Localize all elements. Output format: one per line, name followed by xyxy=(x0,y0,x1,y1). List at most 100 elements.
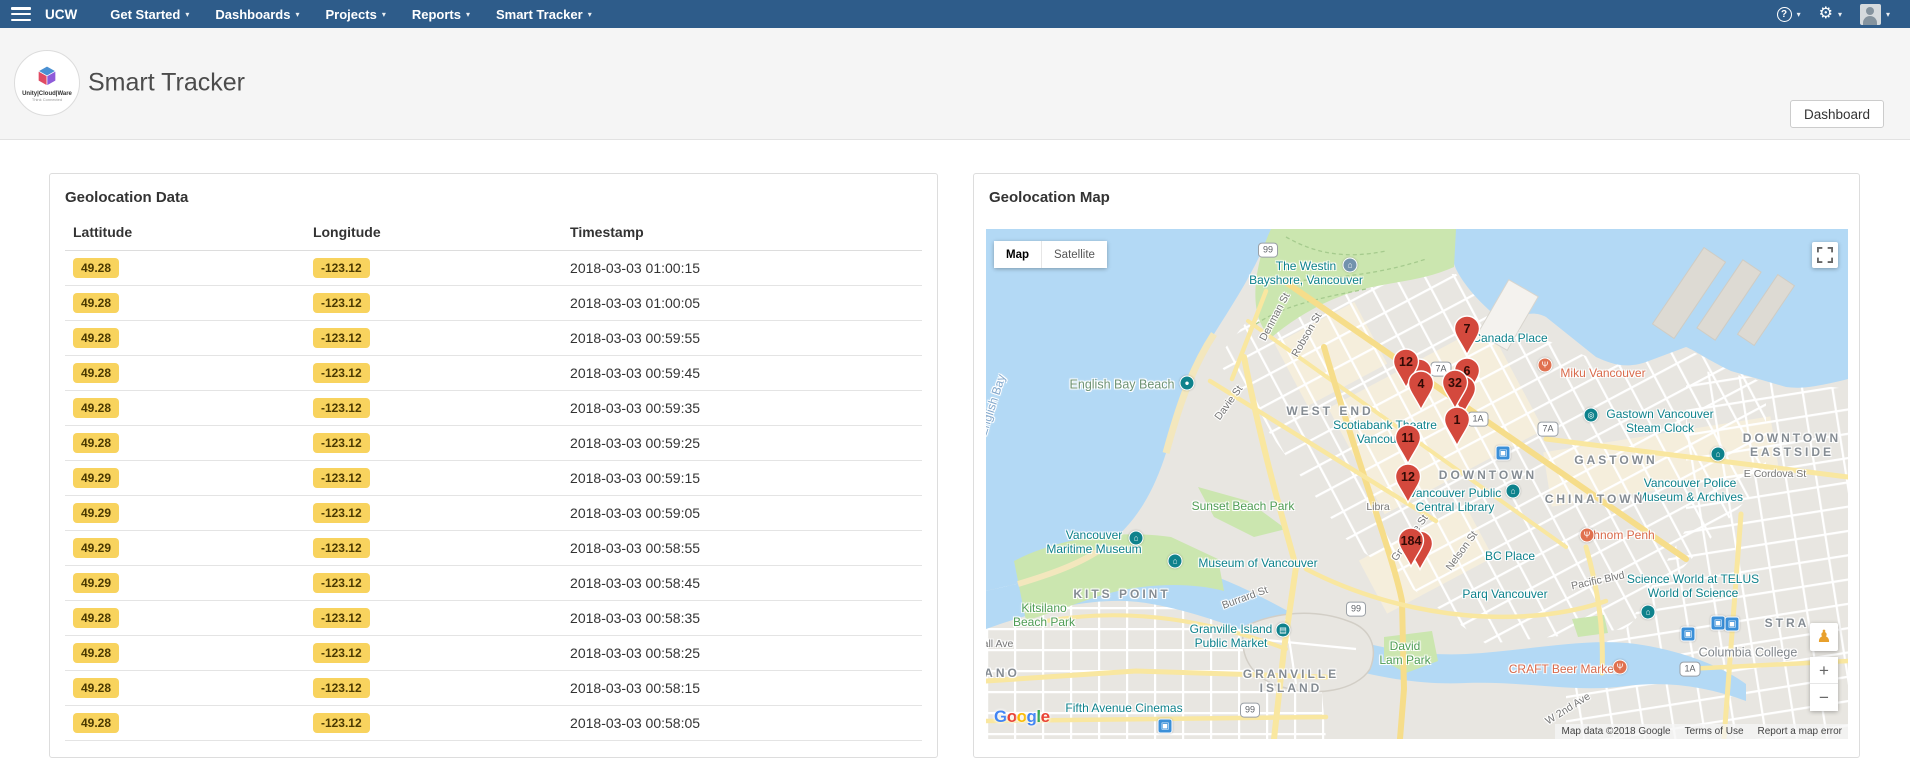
column-header-timestamp: Timestamp xyxy=(562,216,922,251)
hamburger-menu-icon[interactable] xyxy=(11,7,31,21)
timestamp-cell: 2018-03-03 00:58:55 xyxy=(562,530,922,566)
chevron-down-icon: ▾ xyxy=(465,9,470,19)
map-type-control: Map Satellite xyxy=(994,241,1107,268)
top-navbar: UCW Get Started ▾ Dashboards ▾ Projects ▾ Repo… xyxy=(0,0,1910,28)
map-marker[interactable]: 32 xyxy=(1441,369,1469,411)
map-marker[interactable]: 184 xyxy=(1397,527,1425,569)
latitude-badge: 49.29 xyxy=(73,503,120,523)
map-marker[interactable]: 12 xyxy=(1394,463,1422,505)
map-marker[interactable]: 7 xyxy=(1453,315,1481,357)
latitude-badge: 49.28 xyxy=(73,678,120,698)
map-marker[interactable]: 1 xyxy=(1443,406,1471,448)
report-map-error-link[interactable]: Report a map error xyxy=(1758,726,1842,737)
latitude-cell: 49.28 xyxy=(65,250,305,286)
nav-menu-get-started[interactable]: Get Started ▾ xyxy=(97,0,202,28)
nav-menu-label: Smart Tracker xyxy=(495,6,583,22)
user-menu[interactable]: ▾ xyxy=(1854,3,1896,25)
navbar-brand[interactable]: UCW xyxy=(45,7,77,22)
timestamp-cell: 2018-03-03 00:59:35 xyxy=(562,390,922,426)
map-attribution: Map data ©2018 Google Terms of Use Repor… xyxy=(1555,724,1848,739)
timestamp-cell: 2018-03-03 00:59:55 xyxy=(562,320,922,356)
timestamp-cell: 2018-03-03 00:58:05 xyxy=(562,705,922,741)
data-panel-title: Geolocation Data xyxy=(65,189,189,206)
longitude-cell: -123.12 xyxy=(304,600,563,636)
nav-menu-projects[interactable]: Projects ▾ xyxy=(313,0,399,28)
table-row: 49.28 -123.12 2018-03-03 00:58:35 xyxy=(65,600,922,636)
longitude-cell: -123.12 xyxy=(304,635,563,671)
dashboard-button[interactable]: Dashboard xyxy=(1789,100,1884,128)
nav-menu-dashboards[interactable]: Dashboards ▾ xyxy=(202,0,312,28)
zoom-control: + − xyxy=(1810,657,1838,711)
longitude-badge: -123.12 xyxy=(312,433,370,453)
nav-menu-label: Projects xyxy=(325,6,377,22)
navbar-menus: Get Started ▾ Dashboards ▾ Projects ▾ Reports ▾… xyxy=(97,0,604,28)
nav-menu-smart-tracker[interactable]: Smart Tracker ▾ xyxy=(483,0,605,28)
chevron-down-icon: ▾ xyxy=(1837,9,1842,19)
geolocation-table: Lattitude Longitude Timestamp 49.28 -123.… xyxy=(65,216,922,741)
map-marker[interactable]: 11 xyxy=(1394,424,1422,466)
table-row: 49.29 -123.12 2018-03-03 00:58:55 xyxy=(65,530,922,566)
longitude-badge: -123.12 xyxy=(312,503,370,523)
longitude-badge: -123.12 xyxy=(312,258,370,278)
table-row: 49.29 -123.12 2018-03-03 00:59:15 xyxy=(65,460,922,496)
gear-icon: ⚙ xyxy=(1818,5,1833,22)
longitude-badge: -123.12 xyxy=(312,398,370,418)
latitude-cell: 49.28 xyxy=(65,390,305,426)
timestamp-cell: 2018-03-03 00:58:35 xyxy=(562,600,922,636)
latitude-badge: 49.28 xyxy=(73,293,120,313)
latitude-cell: 49.28 xyxy=(65,705,305,741)
timestamp-cell: 2018-03-03 00:59:05 xyxy=(562,495,922,531)
page-header: Unity|Cloud|Ware Think Connected Smart T… xyxy=(0,28,1910,140)
nav-menu-reports[interactable]: Reports ▾ xyxy=(399,0,483,28)
map-type-map-button[interactable]: Map xyxy=(994,241,1042,268)
table-row: 49.28 -123.12 2018-03-03 00:59:35 xyxy=(65,390,922,426)
map-data-attribution: Map data ©2018 Google xyxy=(1561,726,1671,737)
zoom-out-button[interactable]: − xyxy=(1810,684,1838,711)
map-markers: 7 12 6 32 4 1 11 12 184 xyxy=(986,229,1848,739)
svg-text:184: 184 xyxy=(1401,534,1422,548)
latitude-cell: 49.29 xyxy=(65,530,305,566)
settings-menu[interactable]: ⚙ ▾ xyxy=(1813,6,1848,22)
map-panel-title: Geolocation Map xyxy=(989,189,1110,206)
latitude-cell: 49.28 xyxy=(65,670,305,706)
cube-logo-icon xyxy=(37,65,57,87)
chevron-down-icon: ▾ xyxy=(1885,9,1890,19)
terms-of-use-link[interactable]: Terms of Use xyxy=(1685,726,1744,737)
chevron-down-icon: ▾ xyxy=(587,9,592,19)
nav-menu-label: Reports xyxy=(411,6,461,22)
svg-text:7: 7 xyxy=(1464,322,1471,336)
table-row: 49.28 -123.12 2018-03-03 00:58:15 xyxy=(65,670,922,706)
chevron-down-icon: ▾ xyxy=(381,9,386,19)
longitude-badge: -123.12 xyxy=(312,573,370,593)
timestamp-cell: 2018-03-03 01:00:15 xyxy=(562,250,922,286)
latitude-badge: 49.28 xyxy=(73,433,120,453)
latitude-cell: 49.28 xyxy=(65,635,305,671)
fullscreen-button[interactable] xyxy=(1812,242,1838,268)
latitude-badge: 49.29 xyxy=(73,573,120,593)
longitude-cell: -123.12 xyxy=(304,565,563,601)
longitude-cell: -123.12 xyxy=(304,530,563,566)
timestamp-cell: 2018-03-03 00:58:25 xyxy=(562,635,922,671)
map-type-satellite-button[interactable]: Satellite xyxy=(1042,241,1107,268)
google-logo[interactable]: Google xyxy=(994,707,1050,727)
longitude-badge: -123.12 xyxy=(312,293,370,313)
pegman-control[interactable]: ♟ xyxy=(1810,623,1838,651)
map-canvas[interactable]: English Bay The Westin Bayshore, Vancouver… xyxy=(986,229,1848,739)
chevron-down-icon: ▾ xyxy=(1796,9,1801,19)
latitude-cell: 49.29 xyxy=(65,495,305,531)
column-header-lattitude: Lattitude xyxy=(65,216,305,251)
map-marker[interactable]: 4 xyxy=(1407,370,1435,412)
help-menu[interactable]: ? ▾ xyxy=(1771,6,1807,22)
latitude-cell: 49.28 xyxy=(65,320,305,356)
longitude-badge: -123.12 xyxy=(312,608,370,628)
table-row: 49.28 -123.12 2018-03-03 00:58:25 xyxy=(65,635,922,671)
svg-text:12: 12 xyxy=(1399,355,1413,369)
svg-text:4: 4 xyxy=(1418,377,1425,391)
svg-text:12: 12 xyxy=(1401,470,1415,484)
nav-menu-label: Get Started xyxy=(110,6,181,22)
longitude-badge: -123.12 xyxy=(312,538,370,558)
page-title: Smart Tracker xyxy=(88,68,245,97)
latitude-cell: 49.28 xyxy=(65,600,305,636)
timestamp-cell: 2018-03-03 00:59:45 xyxy=(562,355,922,391)
zoom-in-button[interactable]: + xyxy=(1810,657,1838,684)
